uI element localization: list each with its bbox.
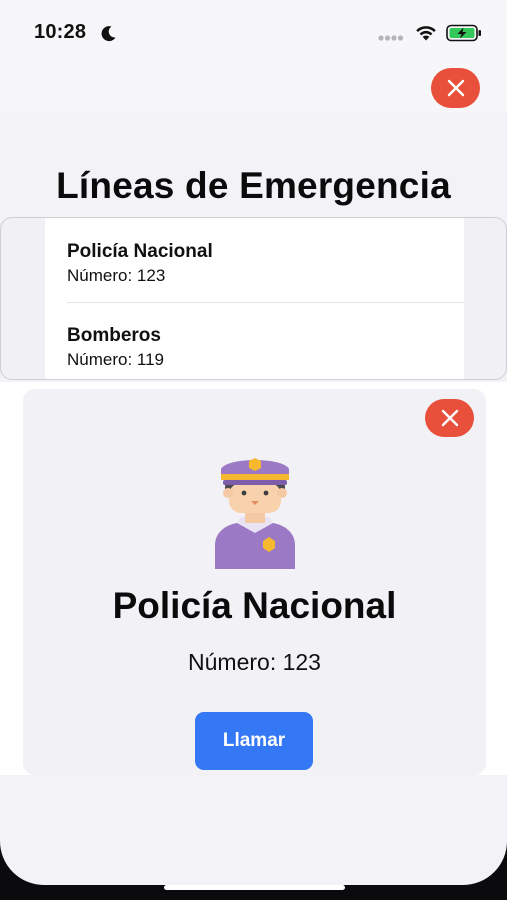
wifi-icon — [416, 26, 436, 41]
list-item-number: Número: 123 — [67, 266, 166, 285]
close-icon — [441, 409, 458, 427]
moon-icon — [101, 26, 116, 42]
call-button[interactable]: Llamar — [195, 712, 313, 770]
close-detail-button[interactable] — [425, 399, 474, 437]
cellular-signal-icon — [378, 35, 404, 41]
detail-name: Policía Nacional — [112, 585, 397, 626]
close-button[interactable] — [431, 68, 480, 108]
screen: 10:28 Líneas de Emergencia Policía Nacio… — [0, 0, 507, 885]
list-item-name: Bomberos — [67, 325, 161, 346]
list-item-bomberos[interactable]: Bomberos Número: 119 — [67, 325, 464, 370]
home-indicator[interactable] — [164, 885, 345, 890]
emergency-list[interactable]: Policía Nacional Número: 123 Bomberos Nú… — [0, 217, 507, 380]
list-divider — [67, 302, 464, 303]
list-item-name: Policía Nacional — [67, 241, 213, 262]
phone-frame: 10:28 Líneas de Emergencia Policía Nacio… — [0, 0, 507, 900]
list-item-number: Número: 119 — [67, 350, 165, 369]
page-title: Líneas de Emergencia — [56, 165, 451, 206]
battery-charging-icon — [446, 24, 481, 42]
emergency-list-card: Policía Nacional Número: 123 Bomberos Nú… — [45, 218, 464, 379]
detail-number: Número: 123 — [188, 649, 321, 675]
police-officer-icon — [215, 458, 295, 569]
status-bar: 10:28 — [0, 0, 507, 60]
list-item-policia[interactable]: Policía Nacional Número: 123 — [67, 241, 464, 286]
detail-card: Policía Nacional Número: 123 Llamar — [23, 389, 486, 775]
status-time: 10:28 — [34, 21, 87, 43]
close-icon — [447, 79, 464, 97]
